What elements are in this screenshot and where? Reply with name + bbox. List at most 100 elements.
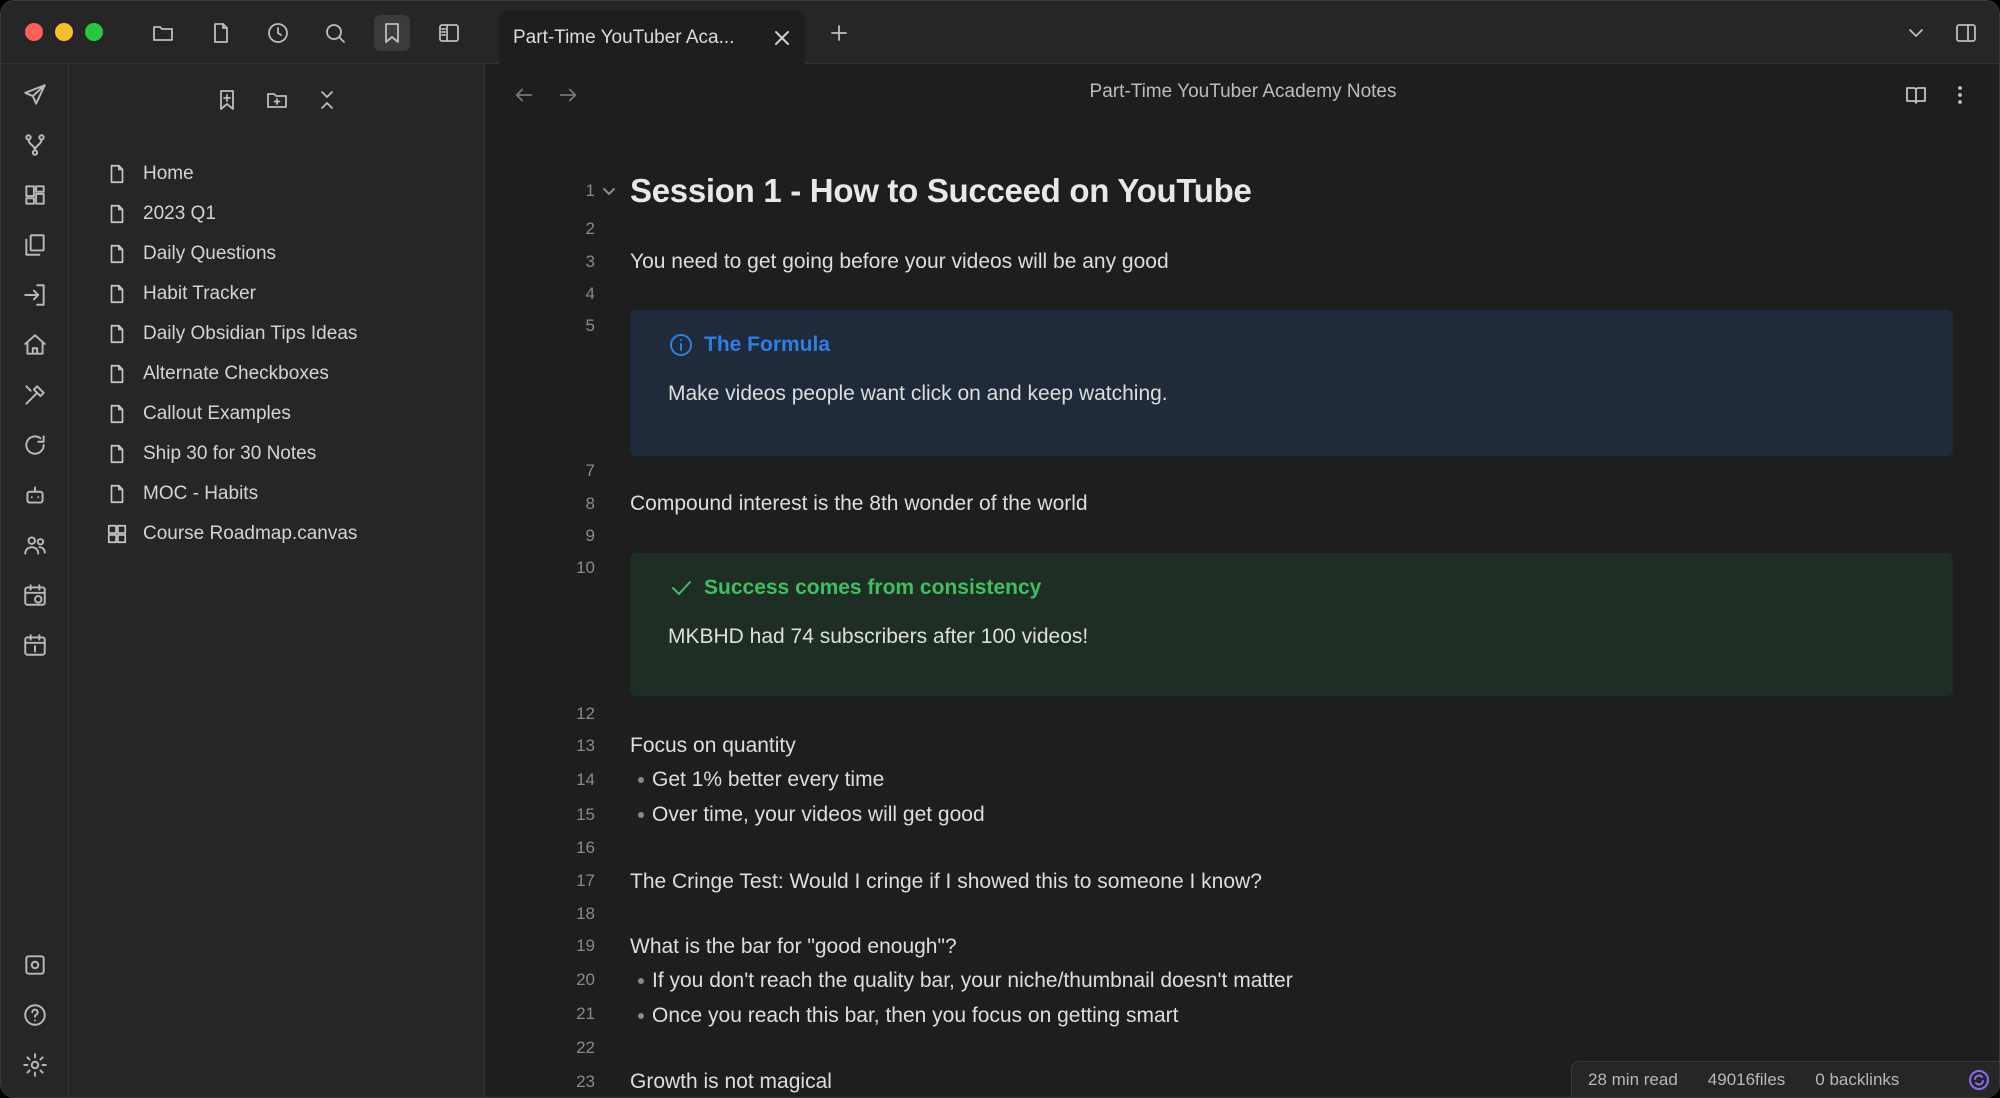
status-bar: 28 min read 49016files 0 backlinks [1571,1061,1999,1097]
sync-status-icon[interactable] [1967,1068,1991,1092]
list-item[interactable]: Get 1% better every time [652,768,884,792]
calendar-day-icon[interactable] [17,627,53,663]
file-icon[interactable] [203,15,239,51]
git-branch-icon[interactable] [17,127,53,163]
canvas-icon [105,522,129,546]
bookmark-label: Callout Examples [143,403,291,424]
line-number: 16 [576,838,595,857]
bookmark-item[interactable]: Daily Questions [105,234,465,274]
bullet-dot [638,812,644,818]
tab-title: Part-Time YouTuber Aca... [513,26,735,48]
line-number: 5 [585,316,595,335]
tools-icon[interactable] [17,377,53,413]
folder-icon[interactable] [145,15,181,51]
bookmark-item[interactable]: Callout Examples [105,394,465,434]
close-window-button[interactable] [25,23,43,41]
copy-icon[interactable] [17,227,53,263]
bookmark-item[interactable]: Home [105,154,465,194]
line-number: 13 [576,736,595,755]
file-count: 49016files [1707,1069,1786,1089]
bookmark-icon[interactable] [374,15,410,51]
line-number: 9 [585,526,595,545]
clock-icon[interactable] [260,15,296,51]
users-icon[interactable] [17,527,53,563]
bookmark-item[interactable]: MOC - Habits [105,474,465,514]
line-number: 8 [585,494,595,513]
callout-info[interactable]: The Formula Make videos people want clic… [630,310,1953,456]
editor-line[interactable]: What is the bar for "good enough"? [630,935,957,959]
view-title: Part-Time YouTuber Academy Notes [1089,81,1397,102]
bookmark-item[interactable]: Daily Obsidian Tips Ideas [105,314,465,354]
file-icon [105,402,129,426]
note-heading[interactable]: Session 1 - How to Succeed on YouTube [630,172,1252,210]
refresh-icon[interactable] [17,427,53,463]
vault-icon[interactable] [17,947,53,983]
log-in-icon[interactable] [17,277,53,313]
line-number: 21 [576,1004,595,1023]
bookmark-label: Habit Tracker [143,283,256,304]
line-number: 15 [576,805,595,824]
bookmark-item[interactable]: Ship 30 for 30 Notes [105,434,465,474]
callout-success[interactable]: Success comes from consistency MKBHD had… [630,553,1953,696]
calendar-clock-icon[interactable] [17,577,53,613]
line-number: 10 [576,558,595,577]
bookmark-label: Course Roadmap.canvas [143,523,358,544]
editor-line[interactable]: Growth is not magical [630,1070,832,1094]
line-number: 4 [585,284,595,303]
maximize-window-button[interactable] [85,23,103,41]
bookmark-item[interactable]: Habit Tracker [105,274,465,314]
collapse-all-icon[interactable] [309,82,345,118]
bookmark-label: MOC - Habits [143,483,259,504]
bookmark-item[interactable]: 2023 Q1 [105,194,465,234]
info-icon [670,334,692,356]
line-number: 17 [576,871,595,890]
line-number: 2 [585,219,595,238]
line-number: 23 [576,1072,595,1091]
bullet-dot [638,777,644,783]
left-ribbon [1,64,69,1097]
search-icon[interactable] [317,15,353,51]
line-number: 22 [576,1038,595,1057]
editor-line[interactable]: The Cringe Test: Would I cringe if I sho… [630,870,1262,894]
callout-title: The Formula [668,332,1915,358]
bookmark-item[interactable]: Alternate Checkboxes [105,354,465,394]
tab-close-icon[interactable] [769,25,795,51]
help-icon[interactable] [17,997,53,1033]
editor-line[interactable]: Compound interest is the 8th wonder of t… [630,492,1088,516]
tab-active-note[interactable]: Part-Time YouTuber Aca... [499,11,805,64]
title-bar: Part-Time YouTuber Aca... [1,1,1999,64]
file-icon [105,162,129,186]
list-item[interactable]: If you don't reach the quality bar, your… [652,969,1293,993]
minimize-window-button[interactable] [55,23,73,41]
reading-view-icon[interactable] [1899,78,1933,112]
bullet-dot [638,978,644,984]
layout-grid-icon[interactable] [17,177,53,213]
bookmark-add-icon[interactable] [209,82,245,118]
bookmark-label: Ship 30 for 30 Notes [143,443,317,464]
settings-icon[interactable] [17,1047,53,1083]
new-tab-icon[interactable] [821,15,857,51]
robot-icon[interactable] [17,477,53,513]
list-item[interactable]: Over time, your videos will get good [652,803,985,827]
chevron-down-icon[interactable] [1898,15,1934,51]
editor-line[interactable]: You need to get going before your videos… [630,250,1169,274]
line-number: 1 [585,181,595,200]
bookmark-item[interactable]: Course Roadmap.canvas [105,514,465,554]
fold-chevron-icon[interactable] [600,182,622,204]
sidebar-icon[interactable] [431,15,467,51]
bookmark-label: Home [143,163,194,184]
file-icon [105,482,129,506]
bookmark-label: Alternate Checkboxes [143,363,329,384]
editor-pane: Part-Time YouTuber Academy Notes 1 2 3 4… [485,64,1999,1097]
editor-line[interactable]: Focus on quantity [630,734,796,758]
backlinks-count[interactable]: 0 backlinks [1815,1070,1899,1090]
list-item[interactable]: Once you reach this bar, then you focus … [652,1004,1178,1028]
new-group-icon[interactable] [259,82,295,118]
file-icon [105,442,129,466]
send-icon[interactable] [17,77,53,113]
line-number: 14 [576,770,595,789]
more-options-icon[interactable] [1943,78,1977,112]
home-icon[interactable] [17,327,53,363]
right-sidebar-toggle-icon[interactable] [1948,15,1984,51]
file-icon [105,322,129,346]
